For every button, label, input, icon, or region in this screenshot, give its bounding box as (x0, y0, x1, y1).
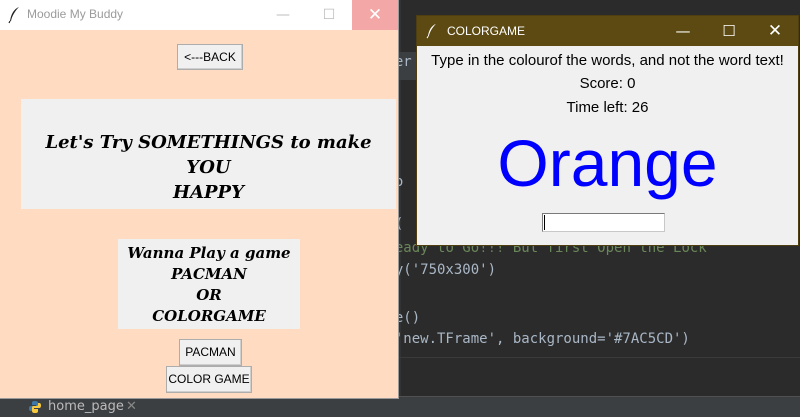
code-line-10: e('new.TFrame', background='#7AC5CD') (378, 331, 690, 347)
pacman-button[interactable]: PACMAN (179, 339, 242, 366)
back-button[interactable]: <---BACK (177, 44, 243, 70)
moodie-titlebar[interactable]: Moodie My Buddy — ☐ ✕ (0, 0, 398, 30)
window-title: Moodie My Buddy (27, 7, 124, 21)
editor-divider (398, 357, 800, 358)
instruction-label: Type in the colourof the words, and not … (431, 52, 784, 69)
feather-icon (426, 23, 436, 39)
game-line-4: COLORGAME (152, 307, 266, 325)
feather-icon (8, 7, 19, 24)
time-left-label: Time left: 26 (566, 99, 649, 116)
game-line-2: PACMAN (171, 265, 247, 283)
maximize-button[interactable]: ☐ (306, 0, 352, 30)
window-title: COLORGAME (447, 24, 526, 38)
text-caret (544, 215, 545, 230)
game-line-1: Wanna Play a game (127, 244, 291, 262)
color-word-label: Orange (497, 126, 718, 200)
game-line-3: OR (196, 286, 222, 304)
moodie-window: Moodie My Buddy — ☐ ✕ <---BACK Let's Try… (0, 0, 398, 398)
bottom-tab-close-icon[interactable]: ✕ (126, 399, 137, 414)
happy-line-3: HAPPY (173, 182, 244, 203)
happy-line-2: YOU (186, 157, 231, 178)
game-prompt-label: Wanna Play a game PACMAN OR COLORGAME (118, 239, 300, 329)
minimize-button[interactable]: — (660, 16, 706, 46)
colorgame-window: COLORGAME — ☐ ✕ Type in the colourof the… (417, 16, 798, 245)
bottom-tab-label[interactable]: home_page (48, 399, 124, 414)
colorgame-titlebar[interactable]: COLORGAME — ☐ ✕ (417, 16, 798, 46)
ide-bottom-tab-bar: home_page ✕ (0, 396, 800, 417)
python-file-icon (29, 401, 41, 413)
minimize-button[interactable]: — (260, 0, 306, 30)
color-game-button[interactable]: COLOR GAME (166, 366, 252, 393)
score-label: Score: 0 (579, 75, 636, 92)
close-button[interactable]: ✕ (352, 0, 398, 30)
maximize-button[interactable]: ☐ (706, 16, 752, 46)
color-answer-input[interactable] (542, 213, 665, 232)
happy-message-label: Let's Try SOMETHINGS to make YOU HAPPY (21, 99, 396, 209)
happy-line-1: Let's Try SOMETHINGS to make (45, 132, 372, 153)
close-button[interactable]: ✕ (752, 16, 798, 46)
